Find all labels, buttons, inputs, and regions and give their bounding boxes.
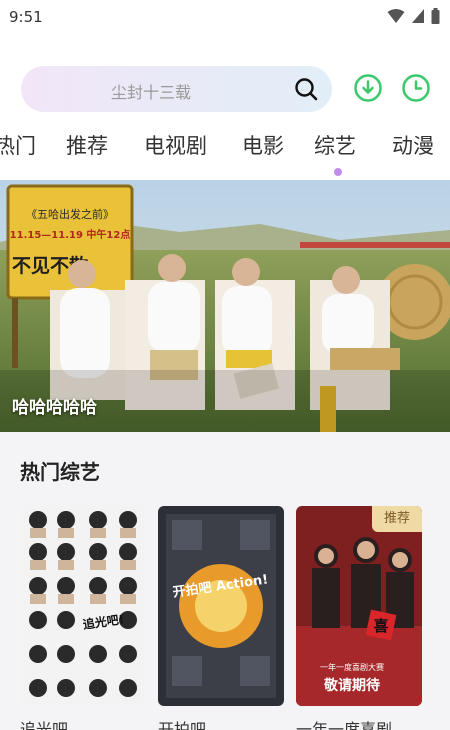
variety-card[interactable]: 喜 一年一度喜剧大赛 敬请期待 推荐 xyxy=(296,506,422,706)
tab-movies[interactable]: 电影 xyxy=(242,130,284,160)
tab-anime[interactable]: 动漫 xyxy=(392,130,434,160)
wifi-icon xyxy=(387,9,405,23)
tab-tv-series[interactable]: 电视剧 xyxy=(144,130,207,160)
card-poster-top-text: 一年一度喜剧大赛 xyxy=(320,662,384,672)
battery-icon xyxy=(431,8,440,24)
card-title[interactable]: 追光吧 xyxy=(20,716,68,730)
cellular-signal-icon xyxy=(412,9,424,23)
history-clock-icon[interactable] xyxy=(401,73,431,103)
status-bar: 9:51 xyxy=(0,0,450,36)
card-poster: 追光吧! xyxy=(20,506,146,706)
download-icon[interactable] xyxy=(353,73,383,103)
popular-variety-section: 热门综艺 追光吧! 开拍吧 Action! 喜 一年一度喜剧大赛 敬请期待 推荐… xyxy=(0,432,450,730)
banner-sign-date: 11.15—11.19 中午12点 xyxy=(10,228,131,241)
tab-variety[interactable]: 综艺 xyxy=(314,130,356,160)
banner-sign-title: 《五哈出发之前》 xyxy=(26,207,114,221)
tab-recommend[interactable]: 推荐 xyxy=(66,130,108,160)
search-icon[interactable] xyxy=(294,77,318,101)
search-row: 尘封十三载 xyxy=(0,64,450,116)
card-title[interactable]: 开拍吧 xyxy=(158,716,206,730)
card-poster-logo: 敬请期待 xyxy=(323,677,380,694)
search-placeholder: 尘封十三载 xyxy=(110,83,191,102)
card-title[interactable]: 一年一度喜剧 xyxy=(296,716,392,730)
card-poster-sign: 喜 xyxy=(373,617,388,635)
status-icons xyxy=(387,8,440,24)
recommend-badge: 推荐 xyxy=(372,506,422,532)
tab-hot[interactable]: 热门 xyxy=(0,130,36,160)
section-title: 热门综艺 xyxy=(20,460,100,484)
variety-card[interactable]: 开拍吧 Action! xyxy=(158,506,284,706)
status-time: 9:51 xyxy=(9,8,43,26)
banner-title: 哈哈哈哈哈 xyxy=(12,398,97,418)
category-tabs: 热门 推荐 电视剧 电影 综艺 动漫 xyxy=(0,130,450,176)
search-input[interactable]: 尘封十三载 xyxy=(21,66,332,112)
variety-card[interactable]: 追光吧! xyxy=(20,506,146,706)
featured-banner[interactable]: 《五哈出发之前》 11.15—11.19 中午12点 不见不散 哈哈哈哈哈 xyxy=(0,180,450,432)
active-tab-indicator xyxy=(334,168,342,176)
card-poster: 开拍吧 Action! xyxy=(158,506,284,706)
card-poster: 喜 一年一度喜剧大赛 敬请期待 xyxy=(296,506,422,706)
